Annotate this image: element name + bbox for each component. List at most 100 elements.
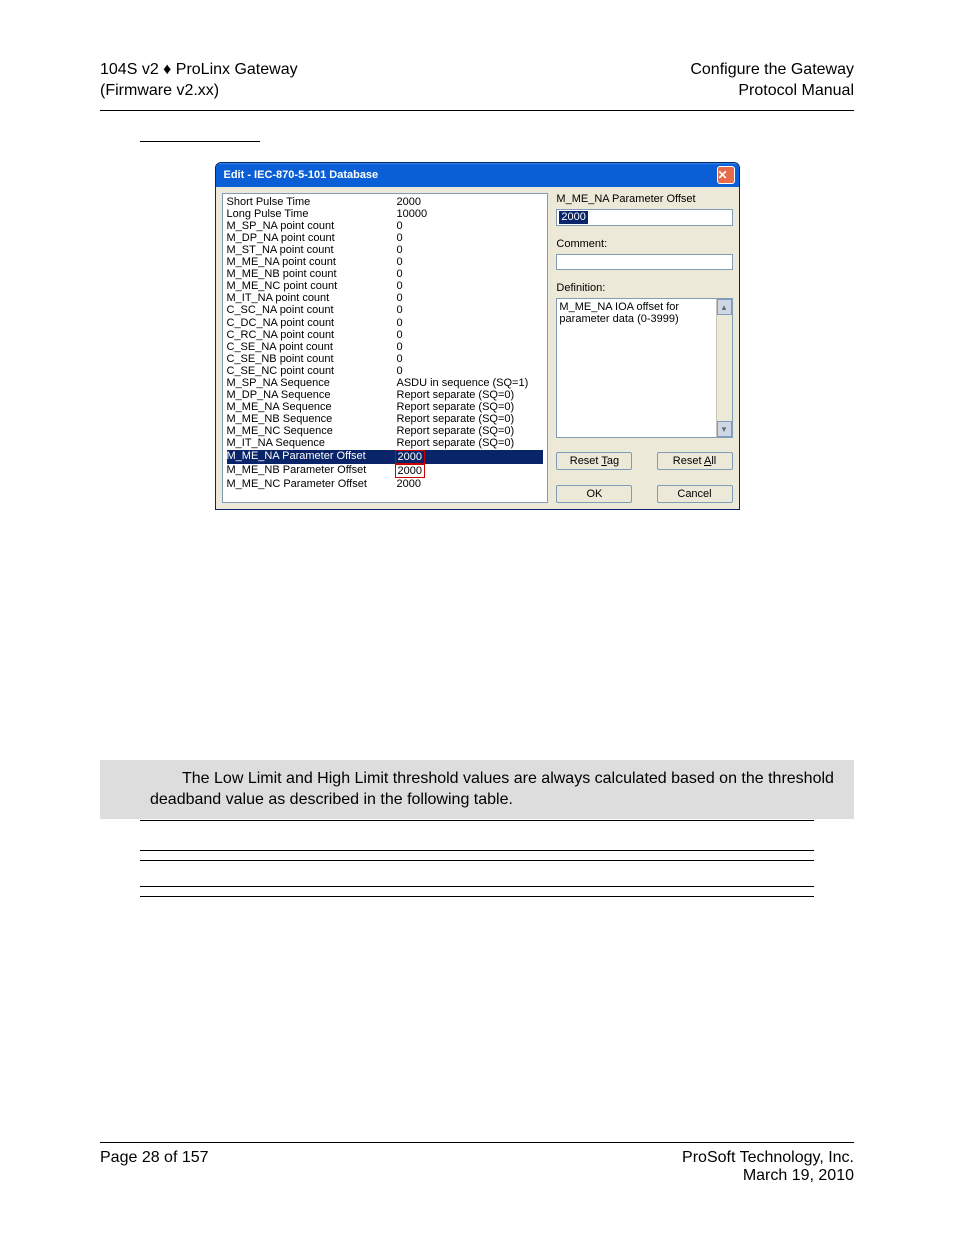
list-item-key: M_ME_NB Sequence xyxy=(227,413,397,425)
list-item-key: C_SE_NA point count xyxy=(227,341,397,353)
list-item-value: 0 xyxy=(397,353,544,365)
list-item-key: Short Pulse Time xyxy=(227,196,397,208)
list-item-key: C_SE_NC point count xyxy=(227,365,397,377)
header-right-1: Configure the Gateway xyxy=(690,60,854,81)
list-item[interactable]: M_DP_NA point count0 xyxy=(227,232,544,244)
cancel-button[interactable]: Cancel xyxy=(657,485,733,503)
list-item-value: 2000 xyxy=(397,464,544,478)
definition-box: M_ME_NA IOA offset for parameter data (0… xyxy=(556,298,732,438)
param-value: 2000 xyxy=(559,211,587,224)
list-item[interactable]: C_SE_NA point count0 xyxy=(227,341,544,353)
param-name-label: M_ME_NA Parameter Offset xyxy=(556,193,732,205)
list-item-value: 2000 xyxy=(397,478,544,490)
list-item-value: 0 xyxy=(397,268,544,280)
list-item-key: M_ME_NA point count xyxy=(227,256,397,268)
list-item-value: 0 xyxy=(397,220,544,232)
list-item-key: M_ME_NA Parameter Offset xyxy=(227,450,397,464)
edit-dialog: Edit - IEC-870-5-101 Database ✕ Short Pu… xyxy=(215,162,740,510)
reset-tag-button[interactable]: Reset Tag xyxy=(556,452,632,470)
list-item[interactable]: M_ME_NA Parameter Offset2000 xyxy=(227,450,544,464)
list-item[interactable]: M_IT_NA point count0 xyxy=(227,292,544,304)
list-item[interactable]: M_ME_NA point count0 xyxy=(227,256,544,268)
list-item[interactable]: C_SC_NA point count0 xyxy=(227,304,544,316)
list-item-key: M_ME_NB point count xyxy=(227,268,397,280)
list-item-value: 0 xyxy=(397,292,544,304)
list-item[interactable]: C_SE_NB point count0 xyxy=(227,353,544,365)
list-item-key: M_ME_NB Parameter Offset xyxy=(227,464,397,478)
list-item-value: 0 xyxy=(397,244,544,256)
definition-scrollbar[interactable]: ▴ ▾ xyxy=(716,299,732,437)
header-right-2: Protocol Manual xyxy=(690,81,854,102)
list-item[interactable]: M_DP_NA SequenceReport separate (SQ=0) xyxy=(227,389,544,401)
scroll-down-icon[interactable]: ▾ xyxy=(717,421,732,437)
list-item[interactable]: M_ST_NA point count0 xyxy=(227,244,544,256)
comment-input[interactable] xyxy=(556,254,732,270)
list-item[interactable]: M_ME_NC point count0 xyxy=(227,280,544,292)
list-item-key: M_ME_NA Sequence xyxy=(227,401,397,413)
list-item-key: M_IT_NA Sequence xyxy=(227,437,397,449)
list-item[interactable]: Long Pulse Time10000 xyxy=(227,208,544,220)
page-header: 104S v2 ♦ ProLinx Gateway (Firmware v2.x… xyxy=(100,60,854,111)
list-item-value: 0 xyxy=(397,341,544,353)
header-left-2: (Firmware v2.xx) xyxy=(100,81,298,102)
definition-label: Definition: xyxy=(556,282,732,294)
list-item-key: M_SP_NA point count xyxy=(227,220,397,232)
parameter-detail-pane: M_ME_NA Parameter Offset 2000 Comment: D… xyxy=(556,193,732,503)
dialog-titlebar: Edit - IEC-870-5-101 Database ✕ xyxy=(216,163,739,187)
list-item-value: Report separate (SQ=0) xyxy=(397,437,544,449)
list-item-key: M_DP_NA Sequence xyxy=(227,389,397,401)
header-left-1: 104S v2 ♦ ProLinx Gateway xyxy=(100,60,298,81)
comment-label: Comment: xyxy=(556,238,732,250)
list-item[interactable]: M_ME_NB SequenceReport separate (SQ=0) xyxy=(227,413,544,425)
footer-right-1: ProSoft Technology, Inc. xyxy=(682,1149,854,1167)
list-item-key: C_SC_NA point count xyxy=(227,304,397,316)
list-item-value: 10000 xyxy=(397,208,544,220)
close-button[interactable]: ✕ xyxy=(717,166,735,184)
parameter-list[interactable]: Short Pulse Time2000Long Pulse Time10000… xyxy=(222,193,549,503)
list-item-key: M_DP_NA point count xyxy=(227,232,397,244)
dialog-title: Edit - IEC-870-5-101 Database xyxy=(224,169,717,181)
note-paragraph: The Low Limit and High Limit threshold v… xyxy=(100,760,854,819)
footer-left: Page 28 of 157 xyxy=(100,1149,209,1185)
list-item[interactable]: C_SE_NC point count0 xyxy=(227,365,544,377)
list-item-value: Report separate (SQ=0) xyxy=(397,389,544,401)
list-item-value: Report separate (SQ=0) xyxy=(397,413,544,425)
list-item[interactable]: M_ME_NB point count0 xyxy=(227,268,544,280)
list-item-value: Report separate (SQ=0) xyxy=(397,425,544,437)
reset-all-button[interactable]: Reset All xyxy=(657,452,733,470)
list-item-key: C_RC_NA point count xyxy=(227,329,397,341)
list-item[interactable]: C_RC_NA point count0 xyxy=(227,329,544,341)
param-value-input[interactable]: 2000 xyxy=(556,209,732,226)
list-item-value: Report separate (SQ=0) xyxy=(397,401,544,413)
list-item-value: 0 xyxy=(397,256,544,268)
list-item-key: M_SP_NA Sequence xyxy=(227,377,397,389)
footer-right-2: March 19, 2010 xyxy=(682,1167,854,1185)
list-item-value: 0 xyxy=(397,365,544,377)
list-item-value: 2000 xyxy=(397,450,544,464)
list-item[interactable]: Short Pulse Time2000 xyxy=(227,196,544,208)
scroll-up-icon[interactable]: ▴ xyxy=(717,299,732,315)
list-item-value: 0 xyxy=(397,280,544,292)
section-heading-rule xyxy=(140,141,260,142)
list-item[interactable]: M_SP_NA point count0 xyxy=(227,220,544,232)
list-item[interactable]: M_ME_NB Parameter Offset2000 xyxy=(227,464,544,478)
list-item[interactable]: M_SP_NA SequenceASDU in sequence (SQ=1) xyxy=(227,377,544,389)
list-item-value: 0 xyxy=(397,329,544,341)
page-footer: Page 28 of 157 ProSoft Technology, Inc. … xyxy=(100,1142,854,1185)
list-item-key: Long Pulse Time xyxy=(227,208,397,220)
list-item-key: M_ME_NC Parameter Offset xyxy=(227,478,397,490)
list-item[interactable]: M_ME_NC SequenceReport separate (SQ=0) xyxy=(227,425,544,437)
ok-button[interactable]: OK xyxy=(556,485,632,503)
list-item[interactable]: M_ME_NA SequenceReport separate (SQ=0) xyxy=(227,401,544,413)
list-item[interactable]: M_ME_NC Parameter Offset2000 xyxy=(227,478,544,490)
list-item[interactable]: C_DC_NA point count0 xyxy=(227,317,544,329)
list-item-key: C_SE_NB point count xyxy=(227,353,397,365)
list-item-key: M_ME_NC Sequence xyxy=(227,425,397,437)
empty-table-frame xyxy=(140,819,814,897)
list-item-key: M_IT_NA point count xyxy=(227,292,397,304)
list-item-value: 0 xyxy=(397,232,544,244)
list-item[interactable]: M_IT_NA SequenceReport separate (SQ=0) xyxy=(227,437,544,449)
list-item-key: M_ST_NA point count xyxy=(227,244,397,256)
list-item-key: C_DC_NA point count xyxy=(227,317,397,329)
list-item-value: 0 xyxy=(397,317,544,329)
